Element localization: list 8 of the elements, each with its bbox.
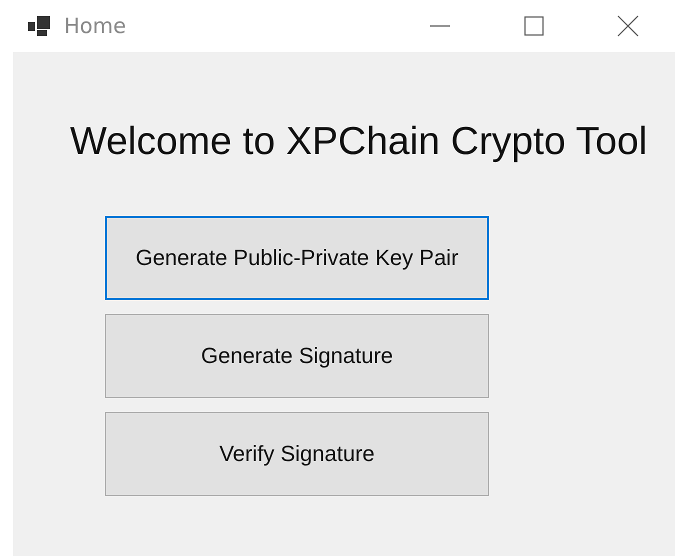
action-button[interactable]: Generate Signature [105, 314, 489, 398]
action-button[interactable]: Verify Signature [105, 412, 489, 496]
action-button[interactable]: Generate Public-Private Key Pair [105, 216, 489, 300]
window-title: Home [64, 14, 126, 38]
close-icon[interactable] [617, 15, 639, 37]
maximize-icon[interactable] [523, 15, 545, 37]
app-icon [28, 16, 50, 36]
heading: Welcome to XPChain Crypto Tool [70, 120, 648, 164]
